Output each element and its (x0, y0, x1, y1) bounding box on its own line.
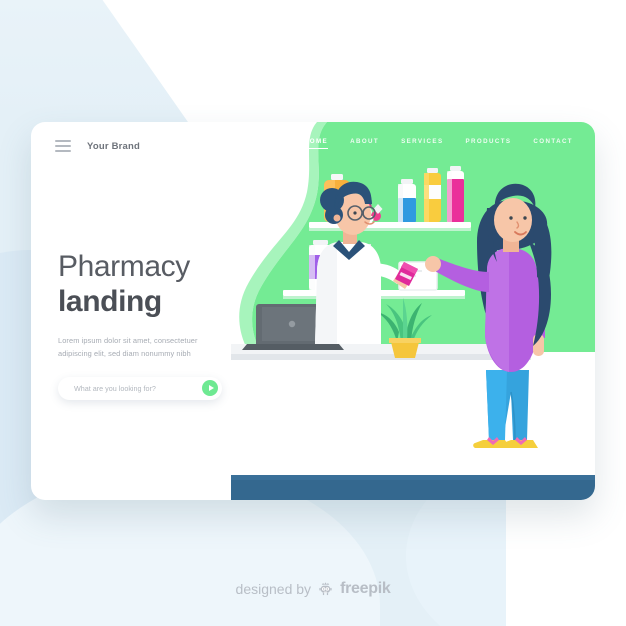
page-title-bold: landing (58, 284, 162, 318)
page-title: Pharmacy landing (58, 250, 273, 320)
nav-link-about[interactable]: ABOUT (350, 138, 379, 149)
page-title-light: Pharmacy (58, 250, 190, 283)
navbar: Your Brand HOME ABOUT SERVICES PRODUCTS … (31, 122, 595, 162)
nav-links: HOME ABOUT SERVICES PRODUCTS CONTACT (303, 138, 573, 149)
customer-hand (425, 256, 441, 272)
landing-page-card: Your Brand HOME ABOUT SERVICES PRODUCTS … (31, 122, 595, 500)
search-input[interactable] (72, 382, 202, 394)
brand-group[interactable]: Your Brand (55, 140, 140, 152)
search-submit-button[interactable] (202, 380, 218, 397)
bottle-magenta (447, 166, 464, 222)
designed-by-label: designed by (235, 581, 312, 597)
nav-link-products[interactable]: PRODUCTS (465, 138, 511, 149)
bottle-blue (398, 179, 416, 222)
footer-credit: designed by freepik (0, 580, 626, 598)
bottle-yellow (424, 168, 441, 222)
nav-link-home[interactable]: HOME (303, 138, 329, 149)
search-bar (58, 376, 222, 400)
page-root: Your Brand HOME ABOUT SERVICES PRODUCTS … (0, 0, 626, 626)
freepik-brand-label: freepik (340, 580, 391, 597)
play-arrow-icon (208, 385, 214, 392)
nav-link-services[interactable]: SERVICES (401, 138, 443, 149)
brand-name: Your Brand (87, 140, 141, 152)
illustration-panel (231, 122, 595, 500)
hero-section: Pharmacy landing Lorem ipsum dolor sit a… (58, 250, 273, 400)
freepik-robot-icon (319, 581, 332, 595)
hamburger-icon[interactable] (55, 140, 71, 152)
nav-link-contact[interactable]: CONTACT (533, 138, 573, 149)
hero-paragraph: Lorem ipsum dolor sit amet, consectetuer… (58, 335, 198, 359)
